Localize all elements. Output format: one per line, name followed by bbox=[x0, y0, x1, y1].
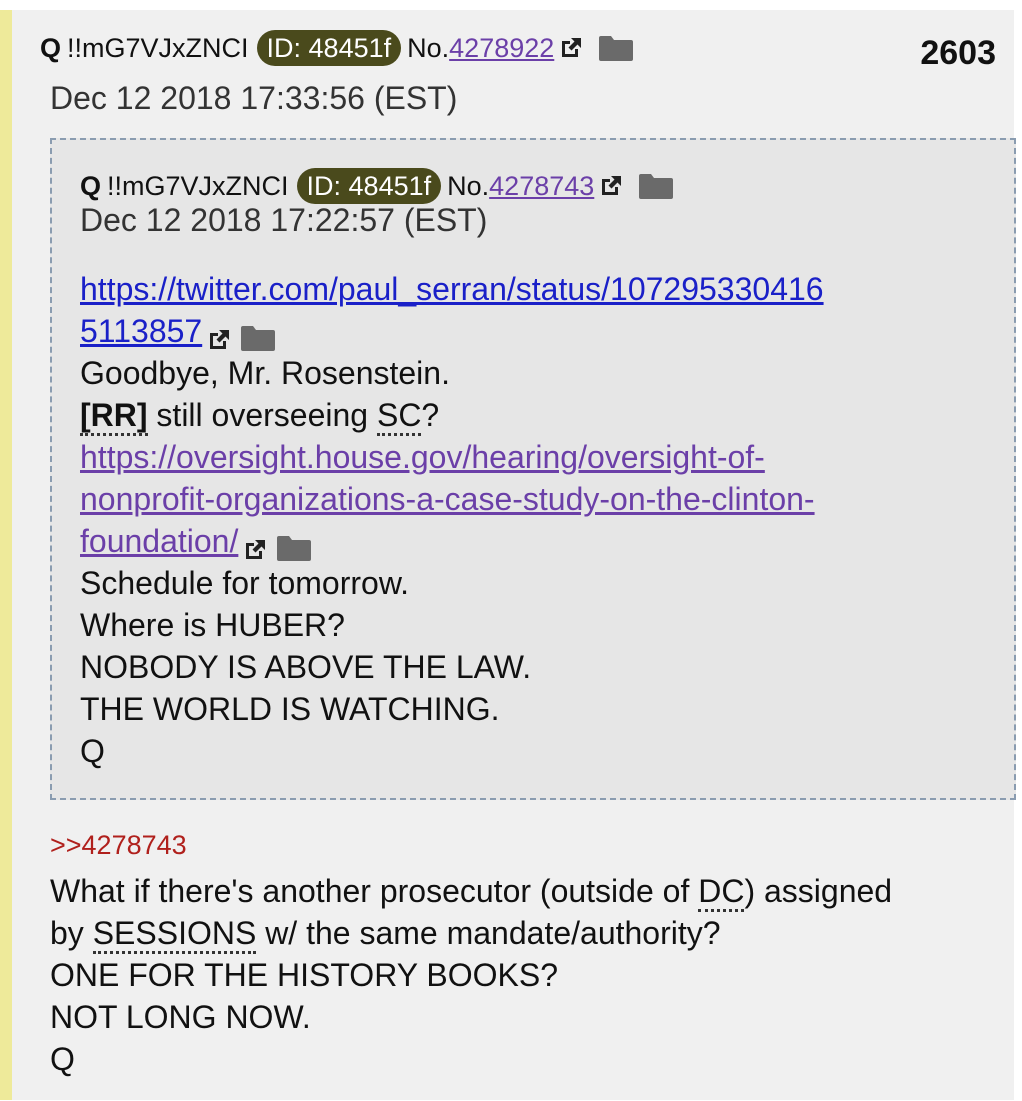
external-link-icon[interactable] bbox=[206, 321, 232, 349]
quoted-tripcode: !!mG7VJxZNCI bbox=[107, 170, 289, 201]
rr-abbr[interactable]: [RR] bbox=[80, 397, 148, 436]
body-line-4: NOT LONG NOW. bbox=[50, 999, 311, 1035]
external-link-icon[interactable] bbox=[558, 35, 584, 61]
post-body: What if there's another prosecutor (outs… bbox=[50, 870, 1020, 1080]
twitter-link[interactable]: https://twitter.com/paul_serran/status/1… bbox=[80, 268, 1000, 310]
post-number: 2603 bbox=[920, 34, 996, 72]
reply-reference-link[interactable]: >>4278743 bbox=[50, 830, 187, 861]
quoted-author-name: Q bbox=[80, 170, 102, 201]
body-line-3: ONE FOR THE HISTORY BOOKS? bbox=[50, 957, 558, 993]
body-line-huber: Where is HUBER? bbox=[80, 607, 345, 643]
body-line-schedule: Schedule for tomorrow. bbox=[80, 565, 410, 601]
twitter-link-row: 5113857 bbox=[80, 310, 1000, 352]
folder-icon[interactable] bbox=[598, 34, 634, 62]
body-line-2: by SESSIONS w/ the same mandate/authorit… bbox=[50, 912, 1020, 954]
twitter-link-tail[interactable]: 5113857 bbox=[80, 313, 202, 349]
quoted-post-number-link[interactable]: 4278743 bbox=[489, 171, 594, 202]
oversight-link-part1[interactable]: https://oversight.house.gov/hearing/over… bbox=[80, 436, 1000, 478]
sc-abbr[interactable]: SC bbox=[376, 397, 422, 436]
sessions-abbr[interactable]: SESSIONS bbox=[92, 915, 257, 954]
body-line-1-b: ) assigned bbox=[744, 873, 893, 909]
quoted-post-date: Dec 12 2018 17:22:57 (EST) bbox=[80, 202, 488, 238]
body-line-goodbye: Goodbye, Mr. Rosenstein. bbox=[80, 355, 450, 391]
external-link-icon[interactable] bbox=[242, 531, 268, 559]
quoted-post-no-label: No. bbox=[447, 170, 490, 201]
body-line-world: THE WORLD IS WATCHING. bbox=[80, 691, 500, 727]
body-line-rr: [RR] still overseeing SC? bbox=[80, 394, 1000, 436]
question-mark: ? bbox=[421, 397, 440, 433]
quoted-id-badge[interactable]: ID: 48451f bbox=[296, 168, 442, 204]
folder-icon[interactable] bbox=[638, 172, 674, 200]
overseeing-text: still overseeing bbox=[147, 397, 377, 433]
quoted-post-header: Q !!mG7VJxZNCI ID: 48451f No. 4278743 bbox=[80, 168, 674, 204]
oversight-link-part2[interactable]: nonprofit-organizations-a-case-study-on-… bbox=[80, 478, 1000, 520]
body-line-2-b: w/ the same mandate/authority? bbox=[256, 915, 721, 951]
external-link-icon[interactable] bbox=[598, 173, 624, 199]
post-no-label: No. bbox=[407, 32, 450, 63]
author-name: Q bbox=[40, 32, 62, 63]
quoted-post: Q !!mG7VJxZNCI ID: 48451f No. 4278743 De… bbox=[50, 138, 1016, 800]
body-line-1: What if there's another prosecutor (outs… bbox=[50, 870, 1020, 912]
quoted-post-body: https://twitter.com/paul_serran/status/1… bbox=[80, 268, 1000, 772]
post-number-link[interactable]: 4278922 bbox=[449, 33, 554, 64]
twitter-link-part1: https://twitter.com/paul_serran/status/1… bbox=[80, 271, 824, 307]
post: 2603 Q !!mG7VJxZNCI ID: 48451f No. 42789… bbox=[0, 10, 1016, 1100]
body-line-nobody: NOBODY IS ABOVE THE LAW. bbox=[80, 649, 532, 685]
dc-abbr[interactable]: DC bbox=[698, 873, 745, 912]
post-header: Q !!mG7VJxZNCI ID: 48451f No. 4278922 bbox=[40, 30, 634, 66]
oversight-link-part3[interactable]: foundation/ bbox=[80, 523, 238, 559]
folder-icon[interactable] bbox=[276, 530, 312, 561]
oversight-link-row: foundation/ bbox=[80, 520, 1000, 562]
folder-icon[interactable] bbox=[240, 320, 276, 351]
tripcode: !!mG7VJxZNCI bbox=[67, 32, 249, 63]
body-line-2-a: by bbox=[50, 915, 93, 951]
id-badge[interactable]: ID: 48451f bbox=[256, 30, 402, 66]
post-date: Dec 12 2018 17:33:56 (EST) bbox=[50, 80, 458, 116]
body-line-signature: Q bbox=[80, 733, 105, 769]
body-line-signature: Q bbox=[50, 1041, 75, 1077]
body-line-1-a: What if there's another prosecutor (outs… bbox=[50, 873, 699, 909]
